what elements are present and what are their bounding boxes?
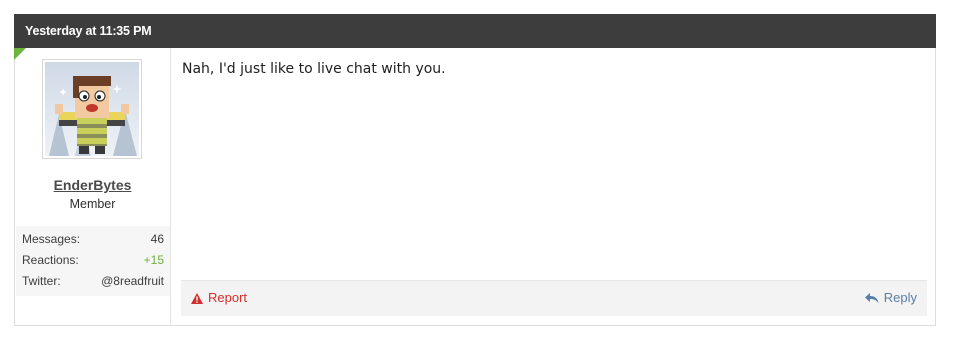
stat-row-twitter: Twitter: @8readfruit [22, 274, 164, 295]
reply-arrow-icon [864, 292, 879, 303]
stat-value: @8readfruit [101, 274, 164, 288]
user-stats: Messages: 46 Reactions: +15 Twitter: @8r… [16, 226, 170, 296]
user-title: Member [69, 197, 116, 211]
stat-label: Reactions: [22, 253, 79, 267]
post-timestamp[interactable]: Yesterday at 11:35 PM [25, 24, 152, 38]
message-text: Nah, I'd just like to live chat with you… [182, 61, 446, 77]
report-label: Report [208, 290, 248, 305]
reply-button[interactable]: Reply [864, 281, 917, 315]
reply-label: Reply [883, 290, 917, 305]
user-info-panel: EnderBytes Member Messages: 46 Reactions… [15, 48, 171, 325]
message-footer: Report Reply [181, 280, 927, 316]
stat-row-reactions: Reactions: +15 [22, 253, 164, 274]
avatar-image [45, 62, 139, 156]
username-link[interactable]: EnderBytes [15, 177, 170, 193]
stat-label: Twitter: [22, 274, 61, 288]
stat-row-messages: Messages: 46 [22, 232, 164, 253]
avatar[interactable] [42, 59, 142, 159]
report-button[interactable]: Report [191, 281, 247, 315]
post-header: Yesterday at 11:35 PM [14, 14, 936, 48]
message-body: Nah, I'd just like to live chat with you… [171, 48, 936, 325]
stat-value: 46 [150, 232, 164, 246]
stat-label: Messages: [22, 232, 81, 246]
post: Yesterday at 11:35 PM EnderBytes Member … [14, 14, 936, 326]
stat-value: +15 [143, 253, 164, 267]
warning-triangle-icon [191, 292, 203, 304]
